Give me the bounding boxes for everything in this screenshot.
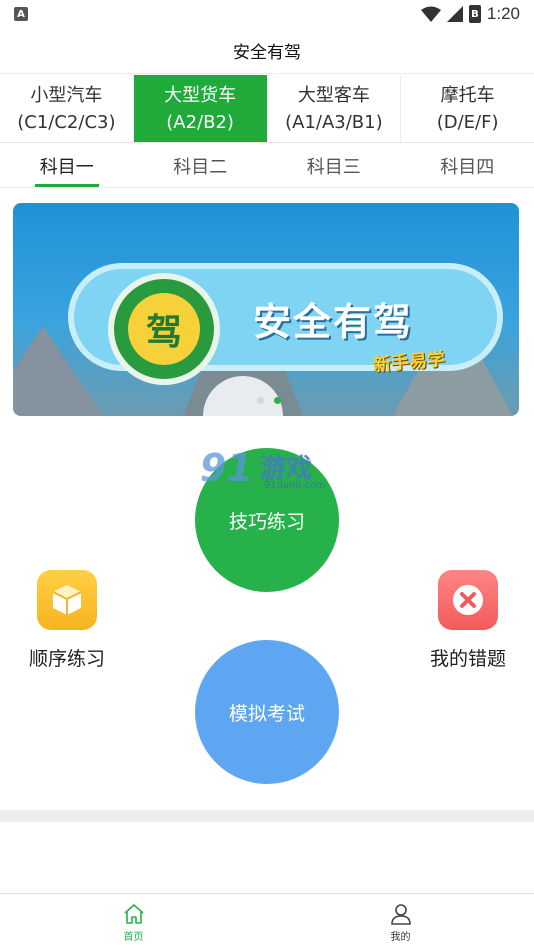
signal-icon [446, 6, 463, 22]
subject-tabs: 科目一 科目二 科目三 科目四 [0, 144, 534, 188]
nav-profile[interactable]: 我的 [267, 894, 534, 950]
banner-title: 安全有驾 [253, 300, 414, 344]
notification-icon: A [14, 7, 28, 21]
close-circle-icon [438, 570, 498, 630]
tab-license-codes: (A2/B2) [166, 111, 234, 133]
tab-large-truck[interactable]: 大型货车 (A2/B2) [133, 75, 268, 142]
promo-banner[interactable]: 驾 安全有驾 新手易学 [13, 203, 519, 416]
practice-actions: 技巧练习 91 游戏 91danji.com 顺序练习 我的错题 模拟考试 [0, 420, 534, 810]
tab-motorcycle[interactable]: 摩托车 (D/E/F) [401, 75, 534, 142]
my-mistakes-label: 我的错题 [429, 648, 506, 670]
watermark-url: 91danji.com [264, 480, 326, 491]
wifi-icon [420, 6, 441, 22]
user-icon [390, 903, 411, 925]
carousel-dot-active[interactable] [274, 397, 281, 404]
mock-exam-button[interactable]: 模拟考试 [195, 640, 339, 784]
app-header: 安全有驾 [0, 28, 534, 74]
nav-profile-label: 我的 [390, 931, 411, 943]
status-indicators: B 1:20 [420, 4, 520, 24]
watermark-number: 91 [200, 446, 253, 490]
vehicle-type-tabs: 小型汽车 (C1/C2/C3) 大型货车 (A2/B2) 大型客车 (A1/A3… [0, 75, 534, 143]
tab-subject-four[interactable]: 科目四 [401, 144, 534, 187]
tab-small-car[interactable]: 小型汽车 (C1/C2/C3) [0, 75, 134, 142]
tab-label: 小型汽车 [30, 84, 103, 106]
mock-exam-label: 模拟考试 [228, 702, 305, 725]
page-title: 安全有驾 [233, 43, 301, 63]
home-icon [123, 903, 144, 924]
tab-label: 大型客车 [297, 84, 370, 106]
battery-icon: B [468, 5, 481, 23]
tab-subject-one[interactable]: 科目一 [0, 144, 134, 187]
seal-character: 驾 [128, 293, 200, 365]
bottom-nav: 首页 我的 [0, 893, 534, 950]
tab-license-codes: (C1/C2/C3) [17, 111, 116, 133]
clock: 1:20 [486, 4, 520, 23]
nav-home-label: 首页 [123, 931, 144, 943]
sequential-practice-label: 顺序练习 [28, 648, 105, 670]
tab-large-bus[interactable]: 大型客车 (A1/A3/B1) [268, 75, 402, 142]
tab-license-codes: (A1/A3/B1) [285, 111, 383, 133]
carousel-indicator [257, 397, 281, 404]
tab-label: 摩托车 [440, 84, 495, 106]
tab-license-codes: (D/E/F) [436, 111, 499, 133]
my-mistakes-button[interactable]: 我的错题 [413, 570, 523, 671]
banner-seal-logo: 驾 [108, 273, 220, 385]
tab-subject-three[interactable]: 科目三 [267, 144, 401, 187]
cube-icon [37, 570, 97, 630]
watermark-logo: 91 游戏 91danji.com [200, 446, 336, 496]
nav-home[interactable]: 首页 [0, 894, 267, 950]
tab-subject-two[interactable]: 科目二 [134, 144, 268, 187]
status-bar: A B 1:20 [0, 0, 534, 28]
sequential-practice-button[interactable]: 顺序练习 [12, 570, 122, 671]
section-divider [0, 810, 534, 822]
tab-label: 大型货车 [164, 84, 237, 106]
skill-practice-label: 技巧练习 [228, 510, 305, 533]
carousel-dot[interactable] [257, 397, 264, 404]
